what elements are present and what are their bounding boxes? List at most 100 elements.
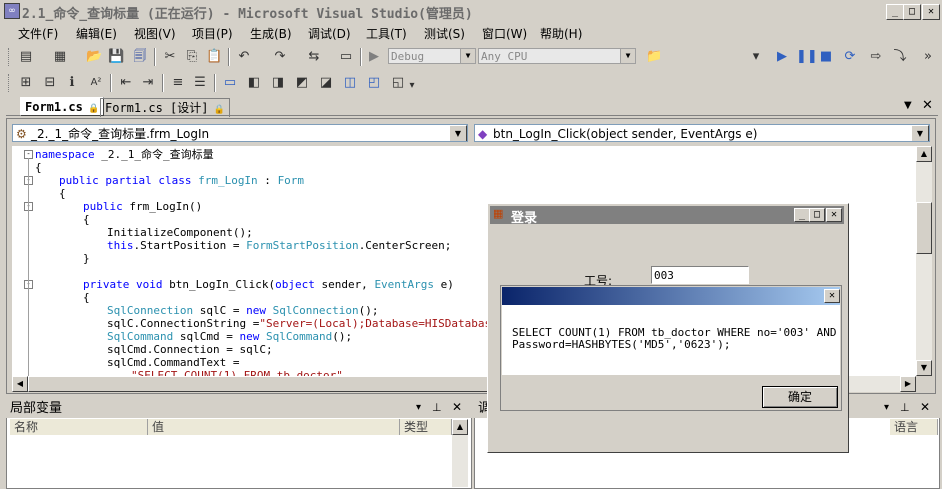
stop-debug-icon[interactable]: ■ xyxy=(818,49,834,65)
code-line[interactable]: { xyxy=(35,161,42,174)
next-bookmark-folder-icon[interactable]: ◪ xyxy=(318,75,334,91)
comment-out-icon[interactable]: ≡ xyxy=(170,75,186,91)
menu-file[interactable]: 文件(F) xyxy=(18,25,58,42)
code-line[interactable]: } xyxy=(83,252,90,265)
close-tab-icon[interactable]: ✕ xyxy=(922,98,933,113)
code-line[interactable]: { xyxy=(59,187,66,200)
toggle-bookmark-icon[interactable]: ▭ xyxy=(222,75,238,91)
employee-id-input[interactable]: 003 xyxy=(651,266,749,284)
column-header-value[interactable]: 值 xyxy=(148,419,400,435)
chevron-down-icon[interactable]: ▼ xyxy=(449,125,467,141)
cut-icon[interactable]: ✂ xyxy=(162,49,178,65)
prev-bookmark-doc-icon[interactable]: ◫ xyxy=(342,75,358,91)
solution-config-combo[interactable]: Debug ▼ xyxy=(388,48,476,64)
member-navigation-combo[interactable]: ◆ btn_LogIn_Click(object sender, EventAr… xyxy=(474,124,930,142)
tab-form1-cs[interactable]: Form1.cs 🔒 xyxy=(20,97,105,116)
display-object-member-icon[interactable]: ⊞ xyxy=(18,75,34,91)
toolbar-options-icon[interactable]: ▾ xyxy=(404,78,420,94)
menu-test[interactable]: 测试(S) xyxy=(424,25,465,42)
step-into-icon[interactable]: ⤵ xyxy=(892,49,908,65)
menu-window[interactable]: 窗口(W) xyxy=(482,25,527,42)
scroll-up-icon[interactable]: ▲ xyxy=(916,146,932,162)
toolbar-options-icon[interactable]: ▾ xyxy=(748,49,764,65)
output-icon[interactable]: ▭ xyxy=(338,49,354,65)
open-folder-icon[interactable]: 📂 xyxy=(86,49,102,65)
ok-button[interactable]: 确定 xyxy=(762,386,838,408)
quick-info-icon[interactable]: ℹ xyxy=(64,75,80,91)
add-item-icon[interactable]: ▦ xyxy=(52,49,68,65)
undo-icon[interactable]: ↶ xyxy=(236,49,252,65)
code-line[interactable]: { xyxy=(83,291,90,304)
code-line[interactable]: { xyxy=(83,213,90,226)
restart-icon[interactable]: ⟳ xyxy=(842,49,858,65)
chevron-down-icon[interactable]: ▼ xyxy=(911,125,929,141)
copy-icon[interactable]: ⎘ xyxy=(184,49,200,65)
scroll-right-icon[interactable]: ▶ xyxy=(900,376,916,392)
login-maximize-button[interactable]: □ xyxy=(809,208,825,222)
close-panel-icon[interactable]: ✕ xyxy=(452,400,462,414)
redo-icon[interactable]: ↷ xyxy=(272,49,288,65)
menu-view[interactable]: 视图(V) xyxy=(134,25,176,42)
uncomment-icon[interactable]: ☰ xyxy=(192,75,208,91)
continue-icon[interactable]: ▶ xyxy=(774,49,790,65)
scrollbar-thumb[interactable] xyxy=(916,202,932,254)
menu-project[interactable]: 项目(P) xyxy=(192,25,233,42)
auto-hide-pin-icon[interactable]: ⊥ xyxy=(900,401,910,414)
type-navigation-combo[interactable]: ⚙ _2._1_命令_查询标量.frm_LogIn ▼ xyxy=(12,124,468,142)
column-header-type[interactable]: 类型 xyxy=(400,419,452,435)
code-line[interactable]: namespace _2._1_命令_查询标量 xyxy=(35,148,214,161)
next-bookmark-doc-icon[interactable]: ◰ xyxy=(366,75,382,91)
menu-help[interactable]: 帮助(H) xyxy=(540,25,582,42)
save-all-icon[interactable]: 🗐 xyxy=(132,49,148,65)
menu-edit[interactable]: 编辑(E) xyxy=(76,25,117,42)
column-header-language[interactable]: 语言 xyxy=(890,419,938,435)
code-line[interactable]: this.StartPosition = FormStartPosition.C… xyxy=(107,239,451,252)
code-line[interactable]: "SELECT COUNT(1) FROM tb_doctor" xyxy=(131,369,343,376)
login-minimize-button[interactable]: _ xyxy=(794,208,810,222)
close-panel-icon[interactable]: ✕ xyxy=(920,400,930,414)
code-line[interactable]: SqlConnection sqlC = new SqlConnection()… xyxy=(107,304,379,317)
complete-word-icon[interactable]: A² xyxy=(88,75,104,91)
chevron-down-icon[interactable]: ▼ xyxy=(620,49,635,63)
prev-bookmark-folder-icon[interactable]: ◩ xyxy=(294,75,310,91)
column-header-name[interactable]: 名称 xyxy=(10,419,148,435)
toolbar-overflow-icon[interactable]: » xyxy=(920,49,936,65)
paste-icon[interactable]: 📋 xyxy=(206,49,222,65)
find-in-files-icon[interactable]: 📁 xyxy=(646,49,662,65)
navigate-icon[interactable]: ⇆ xyxy=(306,49,322,65)
tab-form1-designer[interactable]: Form1.cs [设计] 🔒 xyxy=(100,98,231,117)
code-line[interactable]: SqlCommand sqlCmd = new SqlCommand(); xyxy=(107,330,352,343)
menu-build[interactable]: 生成(B) xyxy=(250,25,292,42)
start-debug-icon[interactable]: ▶ xyxy=(366,49,382,65)
parameter-info-icon[interactable]: ⊟ xyxy=(42,75,58,91)
code-line[interactable]: InitializeComponent(); xyxy=(107,226,253,239)
locals-vertical-scrollbar[interactable]: ▲ xyxy=(452,419,468,487)
menu-tools[interactable]: 工具(T) xyxy=(366,25,407,42)
code-line[interactable]: sqlCmd.Connection = sqlC; xyxy=(107,343,273,356)
prev-bookmark-icon[interactable]: ◧ xyxy=(246,75,262,91)
save-icon[interactable]: 💾 xyxy=(108,49,124,65)
code-line[interactable]: public partial class frm_LogIn : Form xyxy=(59,174,304,187)
window-position-icon[interactable]: ▾ xyxy=(884,402,889,413)
increase-indent-icon[interactable]: ⇥ xyxy=(140,75,156,91)
scroll-up-icon[interactable]: ▲ xyxy=(452,419,468,435)
auto-hide-pin-icon[interactable]: ⊥ xyxy=(432,401,442,414)
window-position-icon[interactable]: ▾ xyxy=(416,402,421,413)
login-close-button[interactable]: ✕ xyxy=(826,208,842,222)
break-all-icon[interactable]: ❚❚ xyxy=(796,49,818,65)
show-next-statement-icon[interactable]: ⇨ xyxy=(868,49,884,65)
scroll-down-icon[interactable]: ▼ xyxy=(916,360,932,376)
new-project-icon[interactable]: ▤ xyxy=(18,49,34,65)
next-bookmark-icon[interactable]: ◨ xyxy=(270,75,286,91)
message-box-close-button[interactable]: ✕ xyxy=(824,289,840,303)
code-line[interactable]: sqlC.ConnectionString ="Server=(Local);D… xyxy=(107,317,531,330)
minimize-button[interactable]: _ xyxy=(886,4,904,20)
decrease-indent-icon[interactable]: ⇤ xyxy=(118,75,134,91)
code-line[interactable]: sqlCmd.CommandText = xyxy=(107,356,239,369)
scroll-left-icon[interactable]: ◀ xyxy=(12,376,28,392)
platform-combo[interactable]: Any CPU ▼ xyxy=(478,48,636,64)
code-line[interactable]: public frm_LogIn() xyxy=(83,200,202,213)
code-line[interactable]: private void btn_LogIn_Click(object send… xyxy=(83,278,454,291)
maximize-button[interactable]: □ xyxy=(903,4,921,20)
menu-debug[interactable]: 调试(D) xyxy=(308,25,351,42)
